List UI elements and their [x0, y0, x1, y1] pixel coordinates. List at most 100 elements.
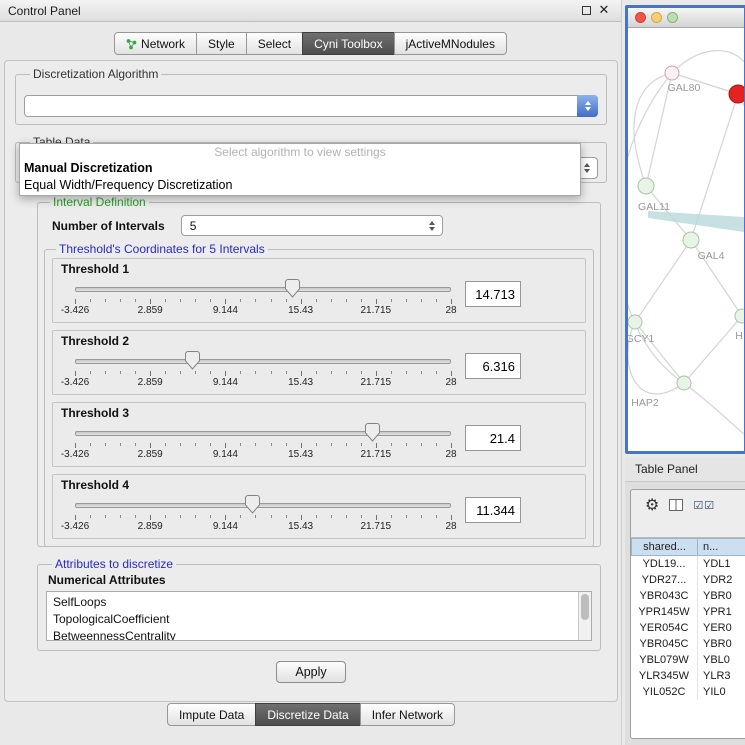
slider-thumb-icon[interactable] [285, 279, 300, 298]
threshold-label: Threshold 1 [61, 262, 577, 277]
float-window-button[interactable] [577, 4, 595, 18]
control-panel-title: Control Panel [8, 4, 577, 18]
control-panel-titlebar: Control Panel ✕ [0, 0, 621, 22]
apply-button[interactable]: Apply [276, 661, 346, 683]
attributes-group-title: Attributes to discretize [52, 557, 176, 571]
column-selector-icon[interactable] [669, 496, 683, 515]
cell-name: YER0 [698, 620, 745, 636]
node-label: HAP2 [631, 397, 659, 409]
bottom-tab-infer-network[interactable]: Infer Network [360, 703, 455, 726]
tab-select[interactable]: Select [246, 32, 303, 55]
attribute-item[interactable]: TopologicalCoefficient [53, 611, 577, 628]
slider-scale-label: 21.715 [361, 521, 392, 532]
slider-scale-label: -3.426 [61, 521, 89, 532]
slider-thumb-icon[interactable] [365, 423, 380, 442]
network-node[interactable] [735, 309, 744, 323]
threshold-panel: Threshold 4-3.4262.8599.14415.4321.71528… [52, 474, 586, 539]
algorithm-option[interactable]: Equal Width/Frequency Discretization [22, 177, 578, 194]
slider-scale-label: 28 [445, 377, 456, 388]
table-row[interactable]: YPR145WYPR1 [631, 604, 745, 620]
table-row[interactable]: YBR045CYBR0 [631, 636, 745, 652]
network-window-titlebar[interactable] [628, 8, 744, 28]
table-row[interactable]: YBR043CYBR0 [631, 588, 745, 604]
attribute-item[interactable]: SelfLoops [53, 594, 577, 611]
table-row[interactable]: YBL079WYBL0 [631, 652, 745, 668]
slider-scale-label: 2.859 [138, 377, 163, 388]
cell-shared-name: YDR27... [631, 572, 698, 588]
slider-thumb-icon[interactable] [185, 351, 200, 370]
cell-shared-name: YLR345W [631, 668, 698, 684]
interval-definition-group: Interval Definition Number of Intervals … [37, 195, 601, 547]
discretization-algorithm-group: Discretization Algorithm [15, 67, 607, 125]
tab-network[interactable]: Network [114, 32, 197, 55]
gear-icon[interactable]: ⚙ [645, 497, 659, 513]
column-header-shared-name[interactable]: shared... [631, 538, 698, 556]
slider-scale-label: 21.715 [361, 305, 392, 316]
bottom-tab-impute-data[interactable]: Impute Data [167, 703, 256, 726]
select-columns-icon[interactable]: ☑☑ [693, 499, 715, 512]
network-node[interactable] [628, 315, 642, 329]
bottom-tab-discretize-data[interactable]: Discretize Data [255, 703, 360, 726]
slider-scale-label: 28 [445, 305, 456, 316]
threshold-slider[interactable]: -3.4262.8599.14415.4321.71528 [75, 495, 451, 535]
threshold-slider[interactable]: -3.4262.8599.14415.4321.71528 [75, 423, 451, 463]
list-scrollbar[interactable] [578, 592, 591, 640]
threshold-value-field[interactable]: 21.4 [465, 425, 521, 451]
slider-scale-label: 15.43 [288, 377, 313, 388]
node-label: GAL4 [698, 250, 725, 262]
tab-jactivemnodules[interactable]: jActiveMNodules [394, 32, 507, 55]
table-row[interactable]: YLR345WYLR3 [631, 668, 745, 684]
table-row[interactable]: YER054CYER0 [631, 620, 745, 636]
table-panel-title: Table Panel [635, 462, 698, 476]
algorithm-option[interactable]: Manual Discretization [22, 160, 578, 177]
network-node[interactable] [665, 66, 679, 80]
cell-name: YIL0 [698, 684, 745, 700]
threshold-list: Threshold 1-3.4262.8599.14415.4321.71528… [50, 258, 588, 539]
table-row[interactable]: YDR27...YDR2 [631, 572, 745, 588]
threshold-slider[interactable]: -3.4262.8599.14415.4321.71528 [75, 279, 451, 319]
tab-style[interactable]: Style [196, 32, 247, 55]
thresholds-group: Threshold's Coordinates for 5 Intervals … [44, 242, 594, 547]
numerical-attributes-list[interactable]: SelfLoopsTopologicalCoefficientBetweenne… [46, 591, 592, 641]
float-window-icon [582, 6, 591, 15]
network-node[interactable] [729, 85, 744, 103]
close-panel-button[interactable]: ✕ [595, 3, 613, 18]
slider-scale-label: 9.144 [213, 521, 238, 532]
tab-cyni-toolbox[interactable]: Cyni Toolbox [302, 32, 394, 55]
list-scrollbar-thumb[interactable] [581, 594, 589, 620]
table-row[interactable]: YIL052CYIL0 [631, 684, 745, 700]
number-of-intervals-row: Number of Intervals 5 [52, 215, 594, 236]
cyni-toolbox-panel: Discretization Algorithm Select algorith… [4, 60, 618, 702]
slider-scale-label: -3.426 [61, 377, 89, 388]
attributes-to-discretize-group: Attributes to discretize Numerical Attri… [37, 557, 601, 651]
algorithm-select[interactable] [24, 95, 598, 117]
threshold-slider[interactable]: -3.4262.8599.14415.4321.71528 [75, 351, 451, 391]
screen: Control Panel ✕ Network Style SelectCyni T… [0, 0, 745, 745]
threshold-label: Threshold 3 [61, 406, 577, 421]
tab-label: Style [208, 37, 235, 51]
threshold-value-field[interactable]: 14.713 [465, 281, 521, 307]
cell-name: YDR2 [698, 572, 745, 588]
network-node[interactable] [638, 178, 654, 194]
threshold-row: -3.4262.8599.14415.4321.71528 21.4 [61, 421, 577, 463]
network-edge [635, 322, 684, 383]
network-node[interactable] [683, 232, 699, 248]
threshold-value-field[interactable]: 11.344 [465, 497, 521, 523]
network-canvas[interactable]: GAL80GAL11GAL4GCY1HHAP2 [628, 28, 744, 450]
cell-name: YPR1 [698, 604, 745, 620]
network-node[interactable] [677, 376, 691, 390]
number-of-intervals-select[interactable]: 5 [181, 215, 443, 236]
table-row[interactable]: YDL19...YDL1 [631, 556, 745, 572]
zoom-traffic-light-icon[interactable] [667, 12, 678, 23]
network-edge [738, 94, 744, 316]
tab-label: Discretize Data [267, 708, 348, 722]
node-label: GAL80 [668, 82, 701, 94]
slider-thumb-icon[interactable] [245, 495, 260, 514]
minimize-traffic-light-icon[interactable] [651, 12, 662, 23]
attribute-item[interactable]: BetweennessCentrality [53, 628, 577, 641]
number-of-intervals-label: Number of Intervals [52, 219, 165, 233]
column-header-name[interactable]: n... [698, 538, 745, 556]
close-traffic-light-icon[interactable] [635, 12, 646, 23]
node-label: GAL11 [638, 201, 670, 213]
threshold-value-field[interactable]: 6.316 [465, 353, 521, 379]
